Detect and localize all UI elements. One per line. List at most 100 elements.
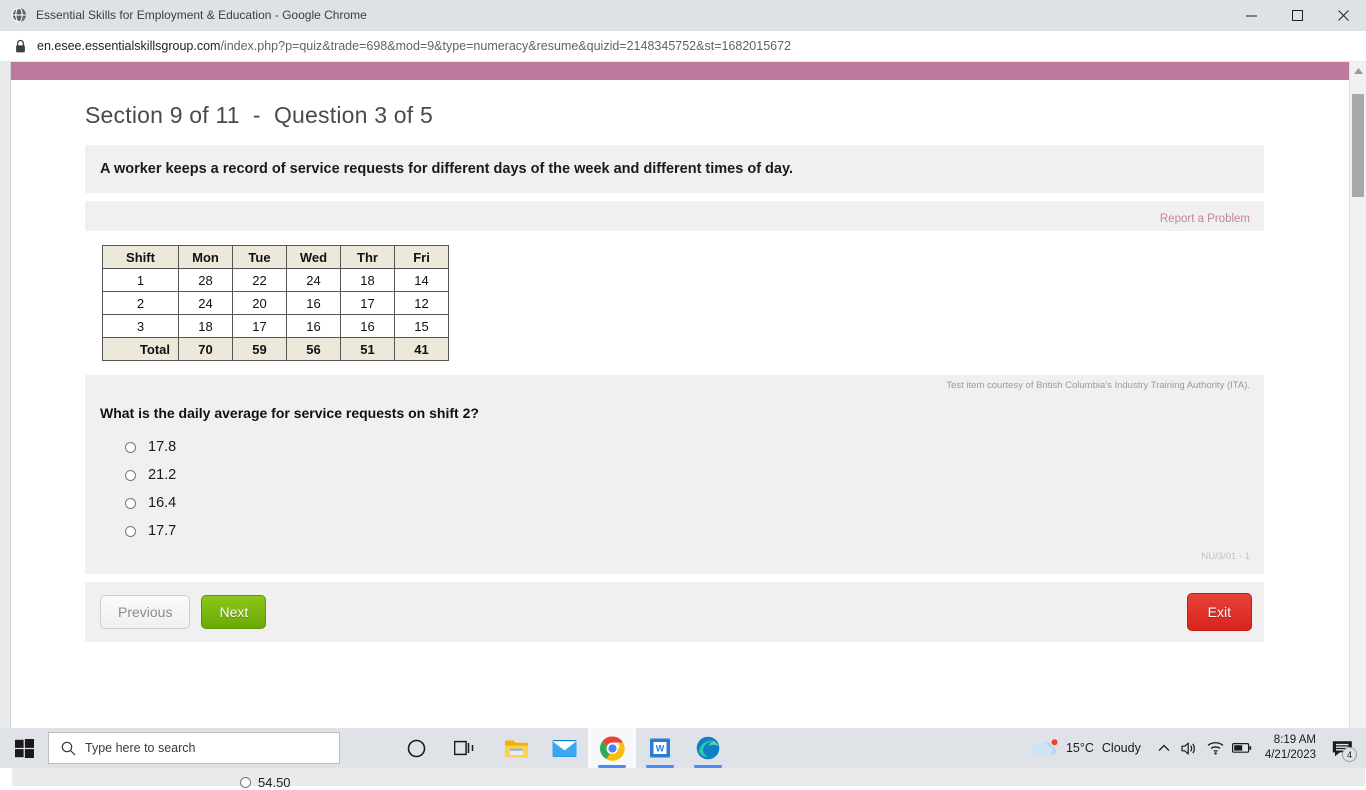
- volume-icon[interactable]: [1177, 728, 1203, 768]
- windows-taskbar: Type here to search: [0, 728, 1366, 768]
- svg-text:W: W: [656, 744, 665, 754]
- report-problem-link[interactable]: Report a Problem: [1160, 213, 1250, 225]
- answer-option[interactable]: 21.2: [125, 461, 1264, 489]
- wifi-icon[interactable]: [1203, 728, 1229, 768]
- table-cell: 16: [341, 315, 395, 338]
- file-explorer-icon[interactable]: [492, 728, 540, 768]
- answer-option[interactable]: 17.7: [125, 517, 1264, 545]
- search-input[interactable]: Type here to search: [48, 732, 340, 764]
- question-prompt: A worker keeps a record of service reque…: [85, 145, 1264, 193]
- table-cell: 28: [179, 269, 233, 292]
- edge-icon[interactable]: [684, 728, 732, 768]
- table-header-row: Shift Mon Tue Wed Thr Fri: [103, 246, 449, 269]
- background-option-label: 54.50: [258, 775, 291, 790]
- clock-date: 4/21/2023: [1265, 748, 1316, 763]
- minimize-button[interactable]: [1228, 0, 1274, 31]
- globe-favicon-icon: [11, 7, 27, 23]
- battery-icon[interactable]: [1229, 728, 1255, 768]
- table-cell: 1: [103, 269, 179, 292]
- table-cell: 3: [103, 315, 179, 338]
- previous-button[interactable]: Previous: [100, 595, 190, 629]
- chrome-icon[interactable]: [588, 728, 636, 768]
- table-cell: 24: [179, 292, 233, 315]
- task-view-icon[interactable]: [440, 728, 488, 768]
- table-cell: 24: [287, 269, 341, 292]
- table-cell: 2: [103, 292, 179, 315]
- table-cell: 17: [233, 315, 287, 338]
- search-placeholder-text: Type here to search: [85, 741, 195, 755]
- table-header-cell: Shift: [103, 246, 179, 269]
- notification-count-badge: 4: [1342, 747, 1357, 762]
- weather-description: Cloudy: [1102, 741, 1141, 755]
- site-header-bar: [11, 62, 1349, 80]
- system-tray: 15°C Cloudy: [1018, 728, 1366, 768]
- browser-title-bar[interactable]: Essential Skills for Employment & Educat…: [0, 0, 1366, 31]
- notification-center-button[interactable]: 4: [1324, 728, 1360, 768]
- table-cell: 41: [395, 338, 449, 361]
- answer-option-label: 16.4: [148, 495, 176, 511]
- table-row: 3 18 17 16 16 15: [103, 315, 449, 338]
- radio-button-icon[interactable]: [125, 498, 136, 509]
- table-row: 1 28 22 24 18 14: [103, 269, 449, 292]
- table-total-row: Total 70 59 56 51 41: [103, 338, 449, 361]
- url-path: /index.php?p=quiz&trade=698&mod=9&type=n…: [220, 39, 791, 53]
- radio-button-icon[interactable]: [240, 777, 251, 788]
- quiz-navigation-bar: Previous Next Exit: [85, 582, 1264, 642]
- page-title: Section 9 of 11 - Question 3 of 5: [85, 102, 1264, 129]
- quiz-page: Section 9 of 11 - Question 3 of 5 A work…: [11, 62, 1349, 728]
- search-icon: [61, 741, 76, 756]
- table-cell: 20: [233, 292, 287, 315]
- table-cell: 16: [287, 292, 341, 315]
- start-button[interactable]: [0, 728, 48, 768]
- table-cell: 22: [233, 269, 287, 292]
- weather-widget[interactable]: 15°C Cloudy: [1018, 739, 1151, 758]
- table-cell: 56: [287, 338, 341, 361]
- question-panel: Report a Problem Shift Mon Tue Wed Thr: [85, 201, 1264, 574]
- scrollbar-thumb[interactable]: [1352, 94, 1364, 197]
- item-code-label: NU/3/01 - 1: [85, 545, 1264, 562]
- service-requests-table: Shift Mon Tue Wed Thr Fri 1: [102, 245, 449, 361]
- page-left-gutter: [0, 62, 11, 728]
- word-icon[interactable]: W: [636, 728, 684, 768]
- table-cell: 12: [395, 292, 449, 315]
- table-cell: 18: [179, 315, 233, 338]
- answer-option-label: 17.8: [148, 439, 176, 455]
- weather-temperature: 15°C: [1066, 741, 1094, 755]
- radio-button-icon[interactable]: [125, 442, 136, 453]
- radio-button-icon[interactable]: [125, 526, 136, 537]
- table-cell: 15: [395, 315, 449, 338]
- table-header-cell: Thr: [341, 246, 395, 269]
- background-window-option[interactable]: 54.50: [240, 775, 291, 790]
- cloudy-weather-icon: [1032, 739, 1058, 758]
- answer-option[interactable]: 16.4: [125, 489, 1264, 517]
- show-hidden-icons-chevron-icon[interactable]: [1151, 728, 1177, 768]
- cortana-icon[interactable]: [392, 728, 440, 768]
- url-host: en.esee.essentialskillsgroup.com: [37, 39, 220, 53]
- scrollbar-up-arrow-icon[interactable]: [1350, 62, 1366, 79]
- next-button[interactable]: Next: [201, 595, 266, 629]
- clock[interactable]: 8:19 AM 4/21/2023: [1255, 733, 1324, 763]
- table-cell: 51: [341, 338, 395, 361]
- lock-icon: [14, 39, 27, 54]
- table-row: 2 24 20 16 17 12: [103, 292, 449, 315]
- answer-option-label: 21.2: [148, 467, 176, 483]
- radio-button-icon[interactable]: [125, 470, 136, 481]
- close-button[interactable]: [1320, 0, 1366, 31]
- browser-toolbar[interactable]: en.esee.essentialskillsgroup.com/index.p…: [0, 31, 1366, 62]
- page-viewport: Section 9 of 11 - Question 3 of 5 A work…: [0, 62, 1366, 728]
- report-problem-row: Report a Problem: [85, 207, 1264, 231]
- table-header-cell: Wed: [287, 246, 341, 269]
- table-cell: 59: [233, 338, 287, 361]
- answer-options-list: 17.8 21.2 16.4 17.7: [85, 421, 1264, 545]
- mail-icon[interactable]: [540, 728, 588, 768]
- window-title: Essential Skills for Employment & Educat…: [36, 8, 367, 22]
- exit-button[interactable]: Exit: [1187, 593, 1252, 631]
- answer-option-label: 17.7: [148, 523, 176, 539]
- answer-option[interactable]: 17.8: [125, 433, 1264, 461]
- page-scrollbar[interactable]: [1349, 62, 1366, 728]
- chrome-browser-window: Essential Skills for Employment & Educat…: [0, 0, 1366, 728]
- table-cell: 18: [341, 269, 395, 292]
- address-bar-url[interactable]: en.esee.essentialskillsgroup.com/index.p…: [37, 39, 791, 53]
- maximize-button[interactable]: [1274, 0, 1320, 31]
- table-header-cell: Mon: [179, 246, 233, 269]
